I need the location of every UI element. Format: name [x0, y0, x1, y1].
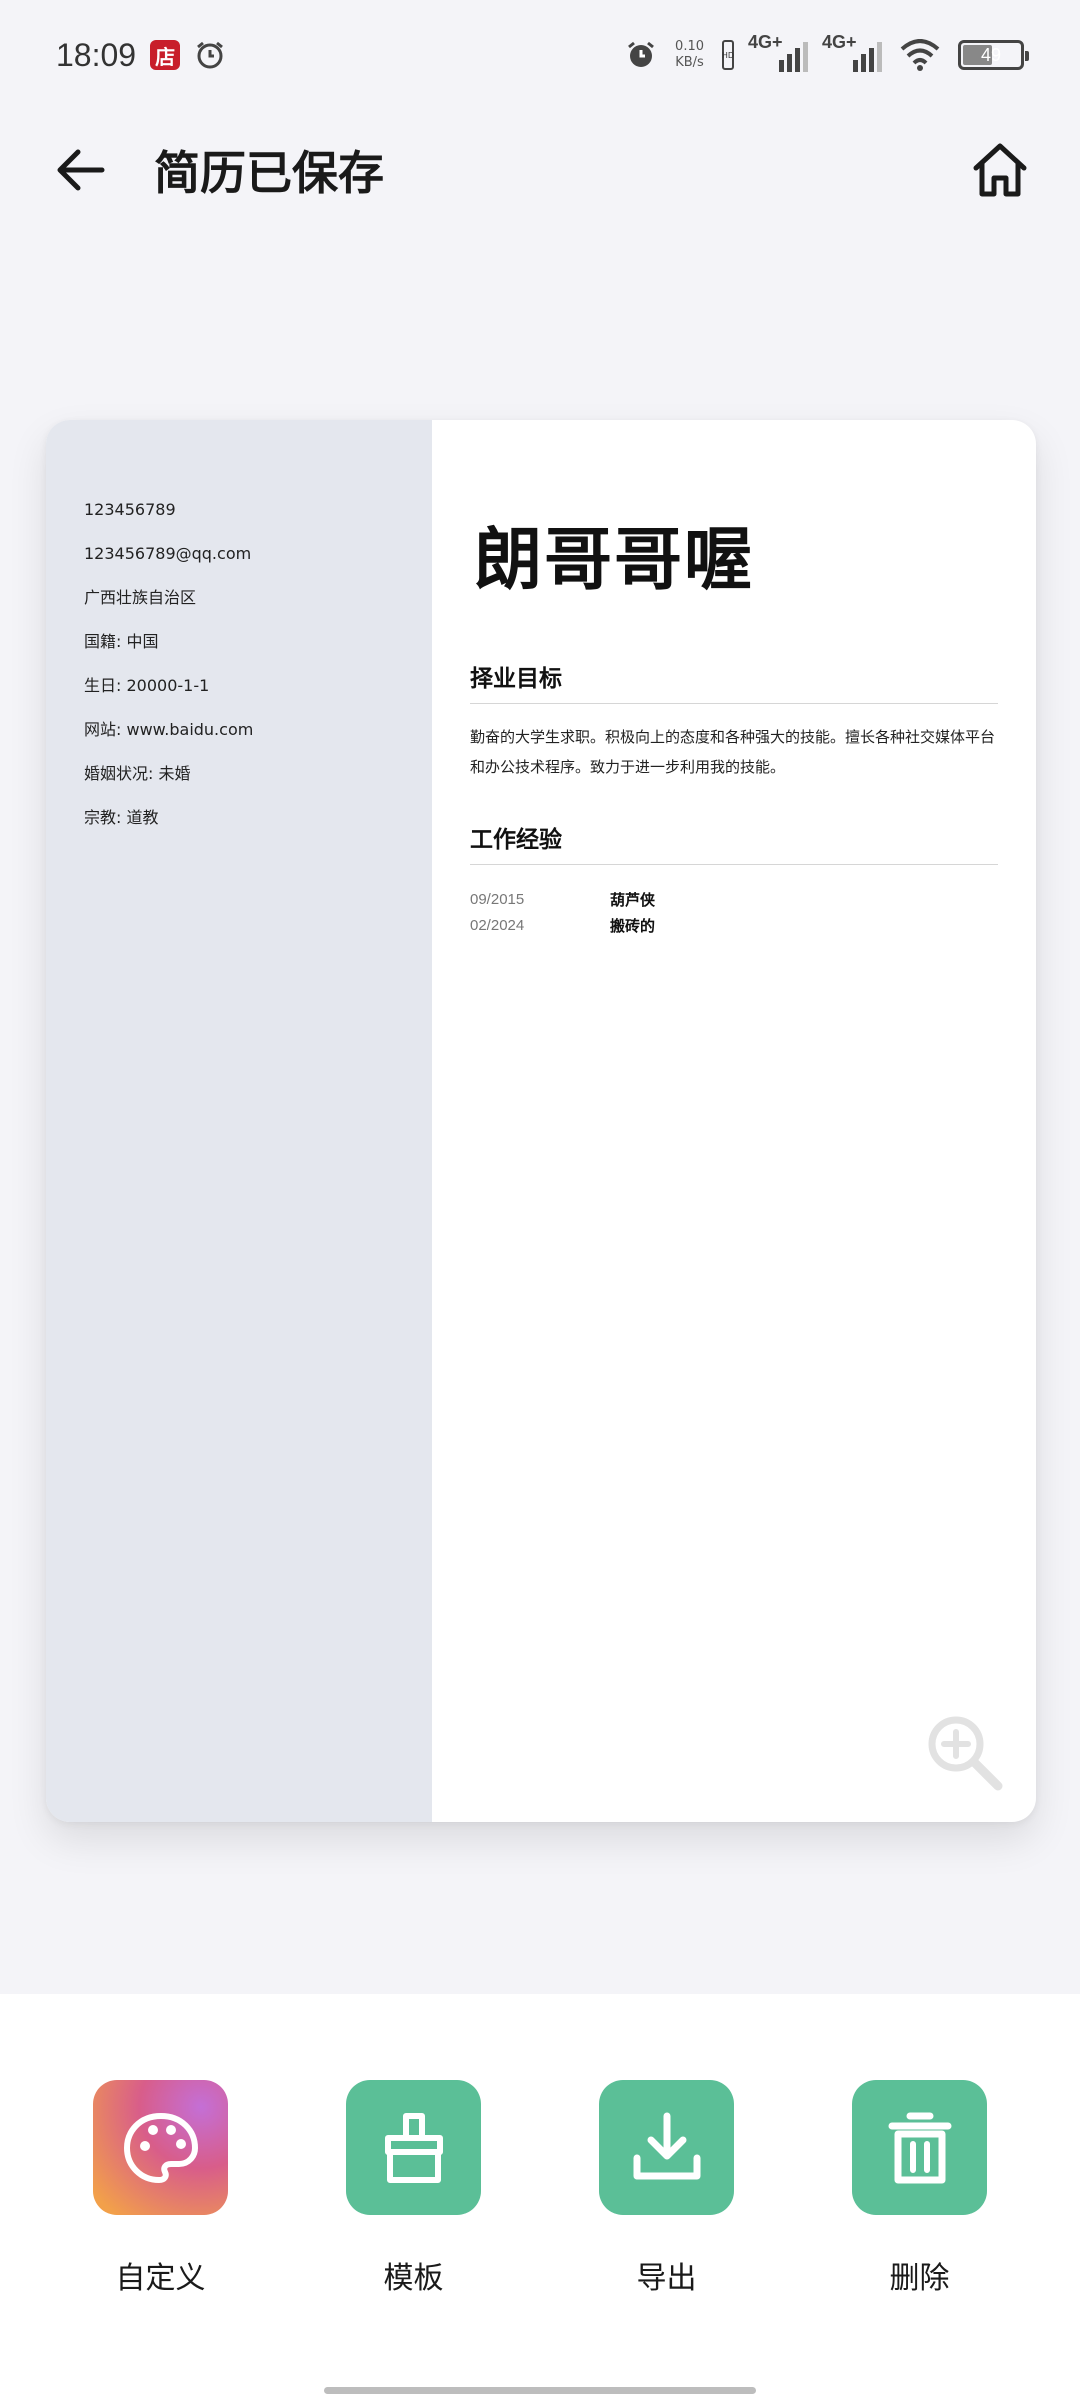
battery-icon: 49	[958, 40, 1029, 70]
download-icon	[633, 2112, 700, 2179]
customize-button[interactable]: 自定义	[34, 2080, 287, 2297]
customize-label: 自定义	[115, 2261, 206, 2296]
template-label: 模板	[383, 2261, 444, 2296]
trash-icon	[888, 2112, 951, 2183]
customize-icon-tile[interactable]	[93, 2080, 228, 2215]
contact-marital-status: 婚姻状况: 未婚	[84, 764, 191, 783]
template-icon-tile[interactable]	[346, 2080, 481, 2215]
status-time: 18:09	[56, 36, 137, 73]
experience-date: 02/2024	[470, 917, 525, 934]
export-label: 导出	[636, 2261, 697, 2296]
zoom-in-icon	[928, 1716, 1003, 1791]
network-speed: 0.10 KB/s	[675, 39, 704, 70]
palette-icon	[123, 2112, 198, 2183]
objective-text: 勤奋的大学生求职。积极向上的态度和各种强大的技能。擅长各种社交媒体平台和办公技术…	[470, 728, 996, 776]
home-icon	[973, 143, 1027, 197]
contact-address: 广西壮族自治区	[84, 588, 197, 607]
signal-strength-icon-2: 4G+	[822, 32, 882, 72]
delete-label: 删除	[889, 2261, 950, 2296]
contact-email: 123456789@qq.com	[84, 544, 252, 563]
contact-phone: 123456789	[84, 500, 176, 519]
export-button[interactable]: 导出	[540, 2080, 793, 2297]
experience-list: 09/2015 葫芦侠 02/2024 搬砖的	[470, 887, 998, 939]
resume-main: 朗哥哥喔 择业目标 勤奋的大学生求职。积极向上的态度和各种强大的技能。擅长各种社…	[432, 420, 1036, 1822]
hd-badge: HD	[722, 40, 734, 70]
experience-title: 葫芦侠	[610, 891, 656, 909]
status-bar: 18:09 店 0.10 KB/s HD 4G+ 4G+ 49	[0, 0, 1080, 110]
page-title: 简历已保存	[154, 146, 384, 200]
contact-religion: 宗教: 道教	[84, 808, 159, 827]
app-bar: 简历已保存	[0, 120, 1080, 220]
home-indicator[interactable]	[324, 2387, 756, 2394]
home-button[interactable]	[970, 140, 1030, 200]
contact-nationality: 国籍: 中国	[84, 632, 159, 651]
delete-button[interactable]: 删除	[793, 2080, 1046, 2297]
delete-icon-tile[interactable]	[852, 2080, 987, 2215]
alarm-clock-icon	[628, 41, 654, 67]
experience-item: 09/2015 葫芦侠	[470, 887, 998, 913]
experience-item: 02/2024 搬砖的	[470, 913, 998, 939]
back-button[interactable]	[50, 140, 110, 200]
contact-website: 网站: www.baidu.com	[84, 720, 254, 739]
signal-strength-icon: 4G+	[748, 32, 808, 72]
resume-sidebar: 123456789 123456789@qq.com 广西壮族自治区 国籍: 中…	[46, 420, 432, 1822]
experience-date: 09/2015	[470, 891, 525, 908]
resume-preview-card[interactable]: 123456789 123456789@qq.com 广西壮族自治区 国籍: 中…	[46, 420, 1036, 1822]
shop-app-icon: 店	[150, 40, 181, 70]
experience-heading: 工作经验	[470, 820, 998, 865]
arrow-left-icon	[57, 149, 105, 191]
objective-heading: 择业目标	[470, 659, 998, 704]
resume-name: 朗哥哥喔	[474, 521, 755, 600]
template-button[interactable]: 模板	[287, 2080, 540, 2297]
brush-icon	[384, 2112, 443, 2183]
export-icon-tile[interactable]	[599, 2080, 734, 2215]
bottom-action-panel: 自定义 模板 导出 删除	[0, 1994, 1080, 2400]
alarm-icon	[197, 41, 224, 69]
zoom-in-button[interactable]	[922, 1710, 1006, 1794]
experience-title: 搬砖的	[610, 917, 656, 935]
contact-birthday: 生日: 20000-1-1	[84, 676, 210, 695]
wifi-icon	[900, 39, 940, 71]
